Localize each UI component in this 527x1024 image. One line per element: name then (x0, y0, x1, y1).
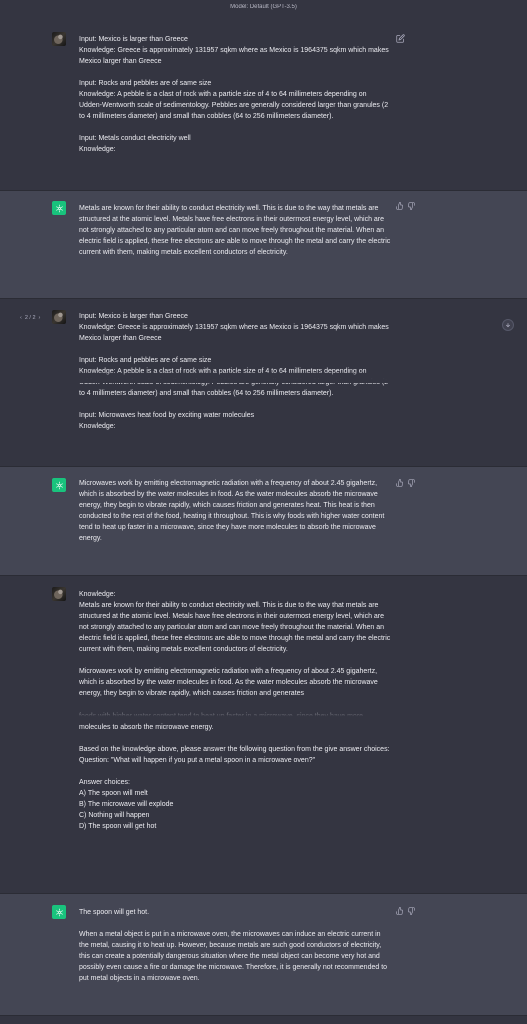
message-actions (396, 202, 415, 210)
thumbs-down-icon[interactable] (407, 202, 415, 210)
user-avatar (52, 310, 66, 324)
chevron-left-icon[interactable]: ‹ (20, 314, 22, 323)
message-user-1: Input: Mexico is larger than Greece Know… (0, 15, 527, 191)
top-bar: Model: Default (GPT-3.5) (0, 0, 527, 15)
scroll-to-bottom-button[interactable] (502, 319, 514, 331)
thumbs-up-icon[interactable] (396, 202, 404, 210)
message-actions (396, 479, 415, 487)
message-text: The spoon will get hot. When a metal obj… (79, 909, 388, 983)
thumbs-up-icon[interactable] (396, 907, 404, 915)
message-user-2: ‹ 2 / 2 › Input: Mexico is larger than G… (0, 299, 527, 467)
openai-logo-icon (55, 481, 63, 489)
message-assistant-2: Microwaves work by emitting electromagne… (0, 467, 527, 576)
message-text: Metals are known for their ability to co… (79, 205, 393, 257)
overlay-fade (79, 708, 399, 720)
message-text: Microwaves work by emitting electromagne… (79, 480, 387, 543)
chatgpt-avatar (52, 201, 66, 215)
message-assistant-1: Metals are known for their ability to co… (0, 191, 527, 299)
thumbs-down-icon[interactable] (407, 479, 415, 487)
message-user-3: Knowledge: Metals are known for their ab… (0, 576, 527, 894)
overlay-fade (79, 371, 399, 383)
chevron-right-icon[interactable]: › (39, 314, 41, 323)
openai-logo-icon (55, 908, 63, 916)
user-avatar (52, 587, 66, 601)
thumbs-up-icon[interactable] (396, 479, 404, 487)
message-actions (396, 34, 405, 43)
user-avatar (52, 32, 66, 46)
message-assistant-3: The spoon will get hot. When a metal obj… (0, 894, 527, 1016)
message-version-nav: ‹ 2 / 2 › (20, 314, 40, 323)
thumbs-down-icon[interactable] (407, 907, 415, 915)
message-actions (396, 907, 415, 915)
model-label: Model: Default (GPT-3.5) (230, 4, 297, 10)
chatgpt-avatar (52, 905, 66, 919)
version-counter: 2 / 2 (24, 315, 36, 321)
chatgpt-avatar (52, 478, 66, 492)
arrow-down-icon (505, 323, 511, 328)
message-text: Input: Mexico is larger than Greece Know… (79, 36, 389, 154)
edit-icon[interactable] (396, 34, 405, 43)
openai-logo-icon (55, 204, 63, 212)
